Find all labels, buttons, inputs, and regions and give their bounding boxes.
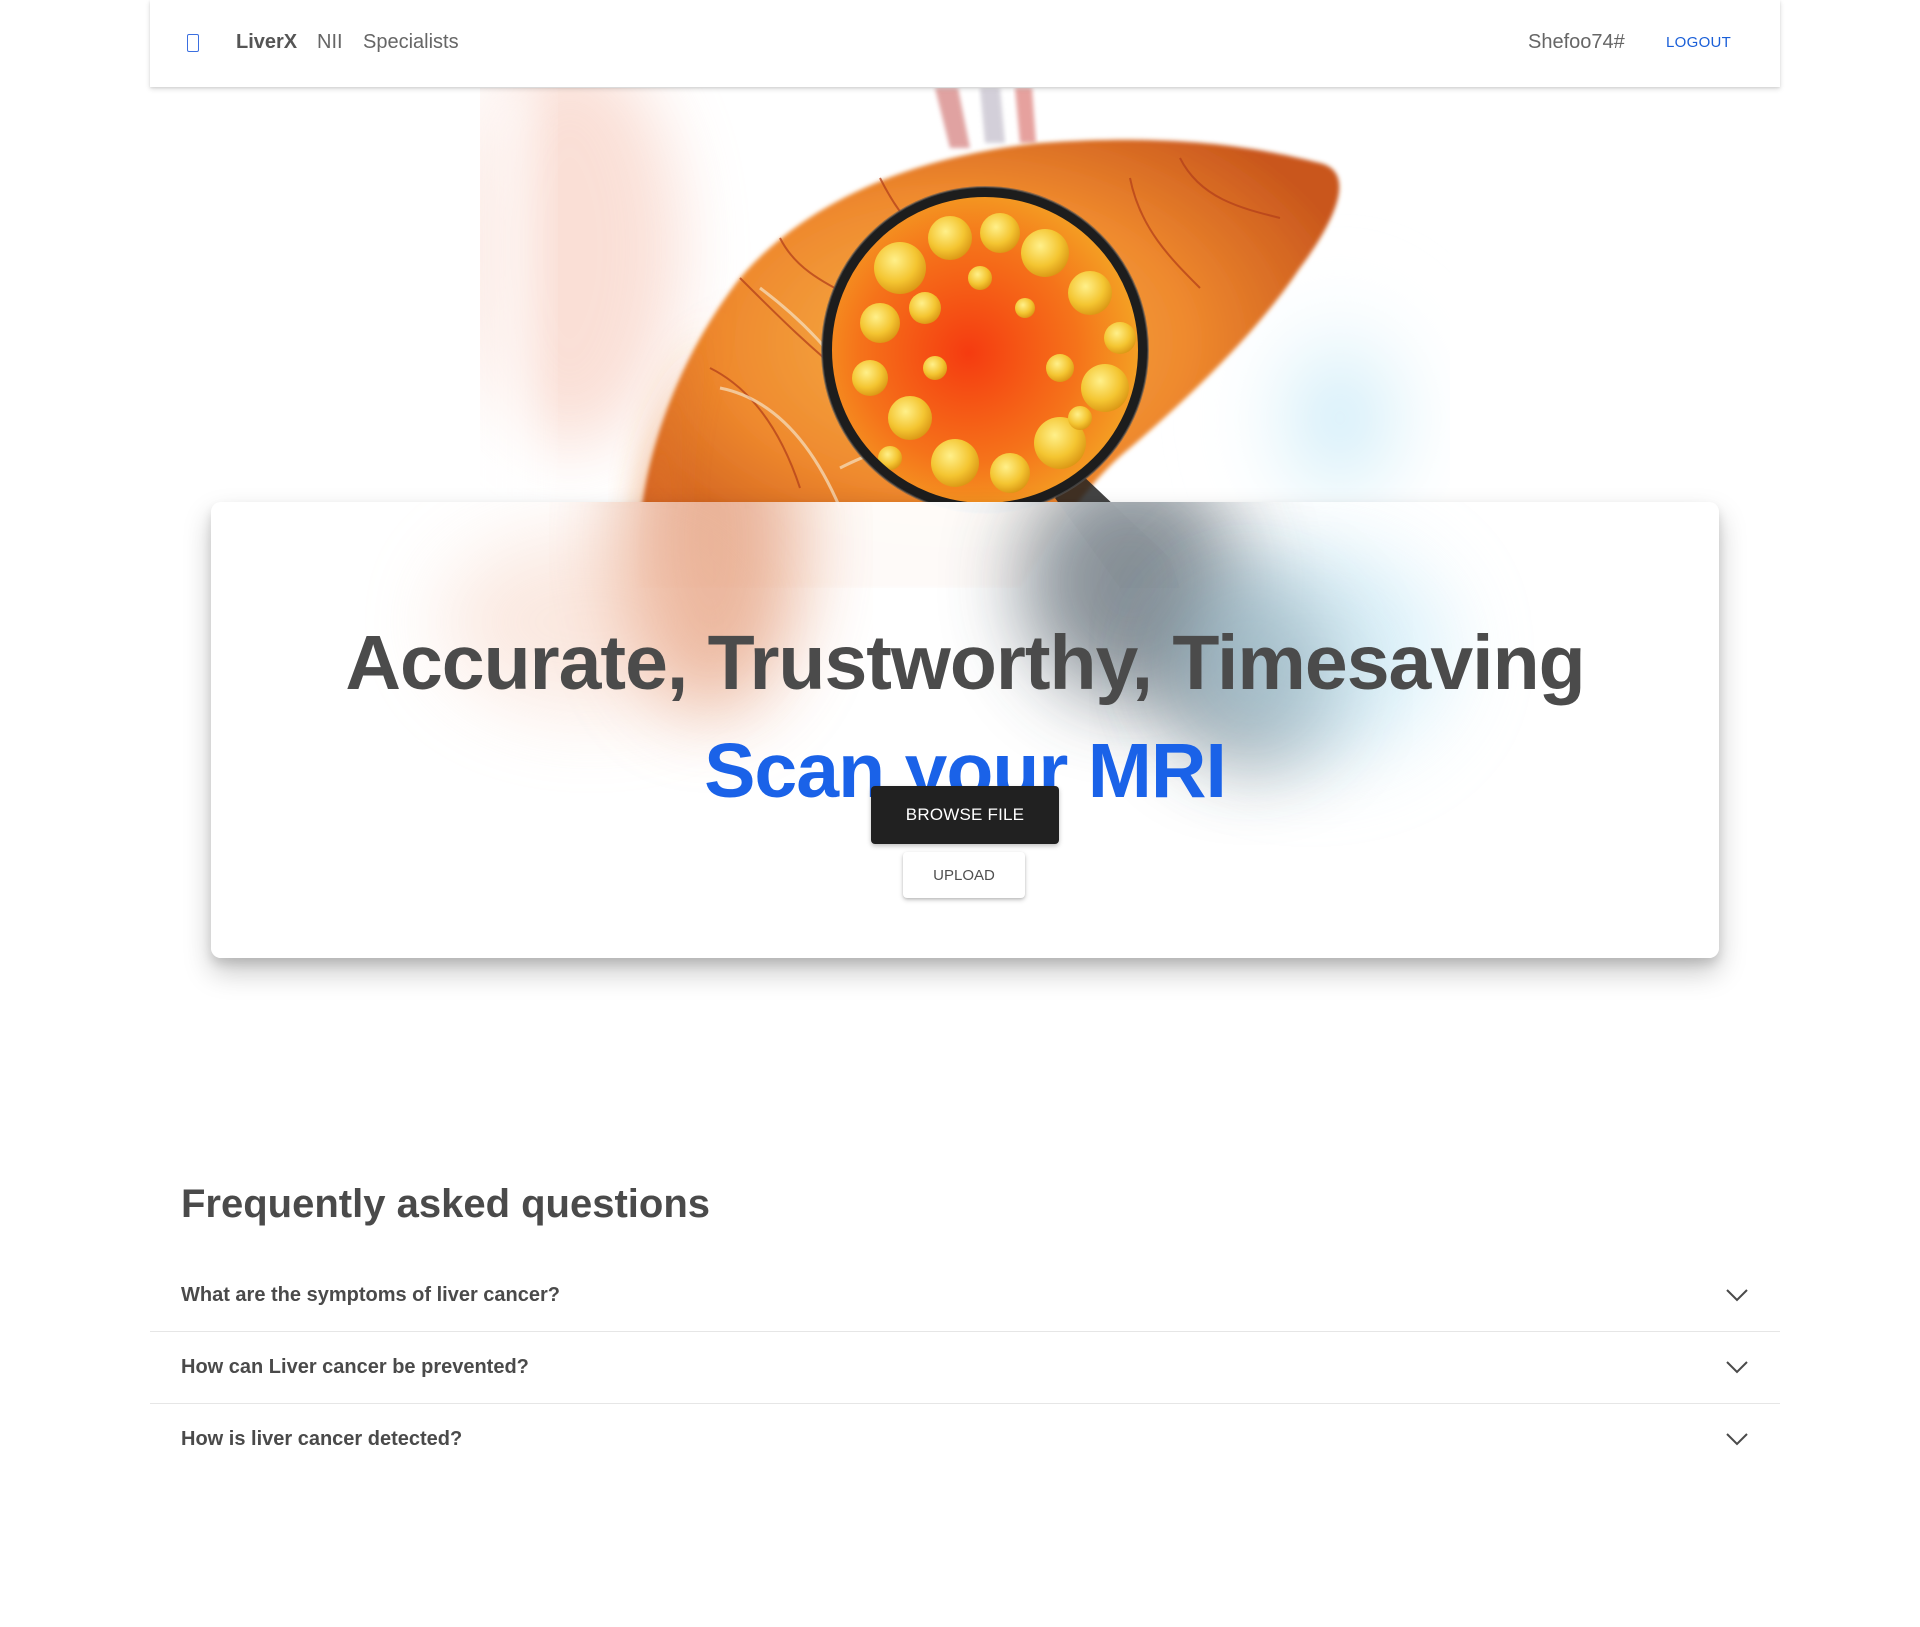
faq-item[interactable]: What are the symptoms of liver cancer?: [150, 1260, 1780, 1332]
hero-headline: Accurate, Trustworthy, Timesaving: [345, 619, 1585, 706]
faq-question: How can Liver cancer be prevented?: [181, 1356, 529, 1378]
brand-link[interactable]: LiverX: [236, 31, 297, 54]
chevron-down-icon[interactable]: [1725, 1360, 1749, 1374]
faq-title: Frequently asked questions: [181, 1182, 711, 1226]
nav-link-nii[interactable]: NII: [317, 31, 343, 54]
chevron-down-icon[interactable]: [1725, 1288, 1749, 1302]
browse-file-button[interactable]: BROWSE FILE: [871, 786, 1059, 844]
faq-question: How is liver cancer detected?: [181, 1428, 463, 1450]
navbar: LiverX NII Specialists Shefoo74# LOGOUT: [150, 0, 1780, 87]
chevron-down-icon[interactable]: [1725, 1432, 1749, 1446]
page: LiverX NII Specialists Shefoo74# LOGOUT: [0, 0, 1920, 1627]
upload-button[interactable]: UPLOAD: [903, 852, 1025, 898]
faq-item[interactable]: How can Liver cancer be prevented?: [150, 1332, 1780, 1404]
logout-link[interactable]: LOGOUT: [1666, 34, 1731, 51]
faq-item[interactable]: How is liver cancer detected?: [150, 1404, 1780, 1476]
mobile-device-icon[interactable]: [187, 34, 199, 52]
username-label: Shefoo74#: [1528, 31, 1625, 53]
faq-question: What are the symptoms of liver cancer?: [181, 1284, 561, 1306]
nav-link-specialists[interactable]: Specialists: [363, 31, 459, 54]
scan-card: Accurate, Trustworthy, Timesaving Scan y…: [211, 502, 1719, 958]
